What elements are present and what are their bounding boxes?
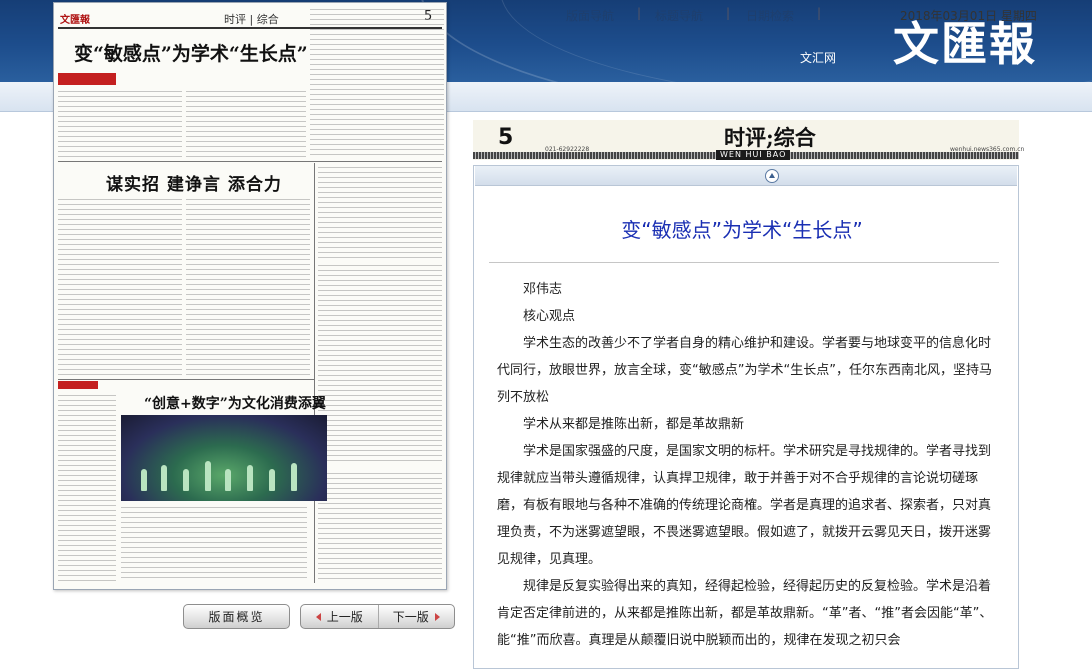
thumbnail-divider — [314, 163, 315, 583]
previous-page-button[interactable]: 上一版 — [301, 605, 378, 628]
issue-date: 2018年03月01日 星期四 — [900, 9, 1037, 23]
article-title: 变“敏感点”为学术“生长点” — [621, 218, 863, 242]
photo-figure — [247, 465, 253, 491]
thumbnail-text-block[interactable] — [58, 91, 182, 157]
thumbnail-article-headline[interactable]: 谋实招 建诤言 添合力 — [106, 170, 282, 195]
page-pager: 上一版 下一版 — [300, 604, 455, 629]
photo-figure — [269, 469, 275, 491]
previous-page-label: 上一版 — [326, 610, 363, 624]
photo-figure — [291, 463, 297, 491]
section-page-number: 5 — [498, 125, 514, 150]
nav-item-title-navigation[interactable]: 标题导航 — [655, 7, 703, 24]
photo-figure — [141, 469, 147, 491]
nav-separator: | — [817, 6, 822, 20]
article-paragraph: 核心观点 — [523, 309, 576, 324]
thumbnail-text-block[interactable] — [186, 91, 306, 157]
section-title: 时评;综合 — [724, 125, 816, 150]
thumbnail-text-block[interactable] — [58, 199, 182, 375]
article-paragraph: 学术从来都是推陈出新，都是革故鼎新 — [523, 417, 745, 432]
article-body: 邓伟志 核心观点 学术生态的改善少不了学者自身的精心维护和建设。学者要与地球变平… — [497, 276, 995, 669]
thumbnail-divider — [58, 161, 442, 162]
thumbnail-photo[interactable] — [121, 415, 327, 501]
thumbnail-logo: 文匯報 — [60, 15, 90, 26]
thumbnail-column-badge — [58, 73, 116, 85]
newspaper-page-thumbnail[interactable]: 文匯報 时评 | 综合 5 变“敏感点”为学术“生长点” 谋实招 建诤言 添合力… — [53, 2, 447, 590]
thumbnail-section-label: 时评 | 综合 — [224, 13, 279, 26]
thumbnail-column-badge — [58, 381, 98, 389]
thumbnail-text-block[interactable] — [310, 9, 444, 157]
title-divider — [489, 262, 999, 263]
nav-separator: | — [726, 6, 731, 20]
thumbnail-text-block[interactable] — [121, 507, 307, 581]
article-author: 邓伟志 — [523, 282, 563, 297]
photo-figure — [161, 465, 167, 491]
thumbnail-text-block[interactable] — [186, 199, 310, 375]
article-paragraph: 学术是国家强盛的尺度，是国家文明的标杆。学术研究是寻找规律的。学者寻找到规律就应… — [497, 444, 992, 567]
thumbnail-article-headline[interactable]: “创意+数字”为文化消费添翼 — [144, 393, 326, 413]
article-paragraph: 规律是反复实验得出来的真知，经得起检验，经得起历史的反复检验。学术是沿着肯定否定… — [497, 579, 993, 648]
brand-logo: 文匯報 — [893, 17, 1037, 71]
photo-figure — [225, 469, 231, 491]
collapse-up-icon[interactable] — [765, 169, 779, 183]
next-page-button[interactable]: 下一版 — [377, 605, 455, 628]
page-overview-button[interactable]: 版面概览 — [183, 604, 290, 629]
thumbnail-text-block[interactable] — [318, 265, 442, 465]
thumbnail-text-block[interactable] — [318, 167, 442, 259]
site-name-link[interactable]: 文汇网 — [800, 49, 836, 66]
nav-item-date-search[interactable]: 日期检索 — [746, 7, 794, 24]
arrow-left-icon — [315, 612, 321, 621]
photo-figure — [205, 461, 211, 491]
section-english-name: WEN HUI BAO — [716, 150, 791, 160]
thumbnail-divider — [58, 379, 314, 380]
nav-item-page-navigation[interactable]: 版面导航 — [566, 7, 614, 24]
article-toolbar — [475, 166, 1017, 186]
thumbnail-text-block[interactable] — [318, 473, 442, 583]
article-paragraph: 学术生态的改善少不了学者自身的精心维护和建设。学者要与地球变平的信息化时代同行，… — [497, 336, 992, 405]
arrow-right-icon — [434, 612, 440, 621]
photo-figure — [183, 469, 189, 491]
next-page-label: 下一版 — [392, 610, 429, 624]
nav-separator: | — [637, 6, 642, 20]
thumbnail-article-headline[interactable]: 变“敏感点”为学术“生长点” — [74, 39, 308, 66]
thumbnail-text-block[interactable] — [58, 395, 116, 581]
